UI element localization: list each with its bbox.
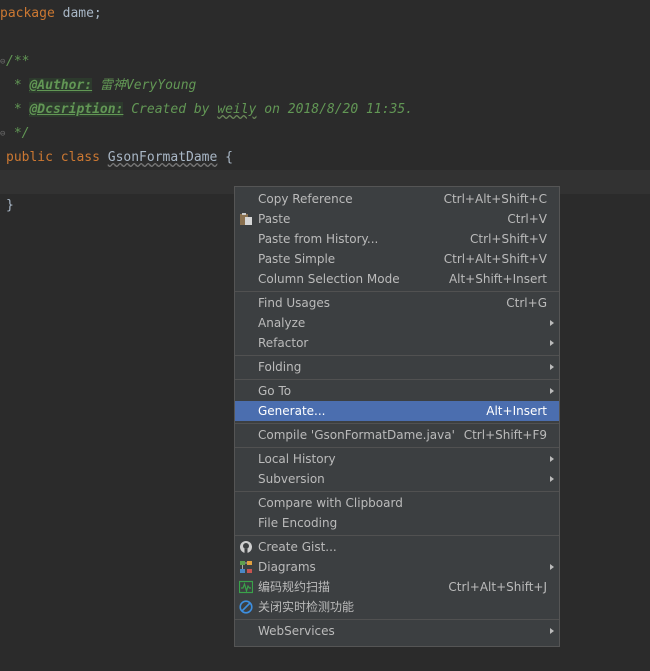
menu-item-label: 编码规约扫描 [258,580,331,594]
submenu-arrow-icon [550,364,554,370]
menu-item-disable-realtime-check[interactable]: 关闭实时检测功能 [235,597,559,617]
menu-item-label: Paste from History... [258,232,379,246]
menu-item-shortcut: Ctrl+G [506,296,547,310]
diagram-icon [240,561,252,573]
keyword: public class [6,150,108,165]
menu-item-label: Subversion [258,472,325,486]
doc-comment-open: /** [6,54,30,69]
menu-item-shortcut: Alt+Insert [486,404,547,418]
submenu-arrow-icon [550,456,554,462]
submenu-arrow-icon [550,564,554,570]
doc-comment-close: */ [6,126,30,141]
keyword: package [0,6,55,21]
menu-separator [235,423,559,424]
menu-item-shortcut: Ctrl+Alt+Shift+J [448,580,547,594]
class-name: GsonFormatDame [107,150,218,165]
menu-item-folding[interactable]: Folding [235,357,559,377]
doc-tag-author: @Author: [29,78,93,93]
github-icon [240,541,252,553]
brace: { [217,150,233,165]
doc-author-name: weily [217,102,257,117]
brace: } [6,198,14,213]
menu-item-shortcut: Ctrl+Shift+F9 [463,428,547,442]
menu-item-label: 关闭实时检测功能 [258,600,355,614]
menu-item-label: Analyze [258,316,306,330]
doc-text: 雷神VeryYoung [92,78,197,93]
menu-separator [235,491,559,492]
menu-separator [235,291,559,292]
menu-item-file-encoding[interactable]: File Encoding [235,513,559,533]
menu-item-paste[interactable]: Paste Ctrl+V [235,209,559,229]
menu-item-subversion[interactable]: Subversion [235,469,559,489]
menu-item-generate[interactable]: Generate... Alt+Insert [235,401,559,421]
menu-item-create-gist[interactable]: Create Gist... [235,537,559,557]
context-menu: Copy Reference Ctrl+Alt+Shift+C Paste Ctrl… [234,186,560,647]
menu-item-shortcut: Ctrl+Alt+Shift+V [443,252,547,266]
menu-item-local-history[interactable]: Local History [235,449,559,469]
code-line: * @Dcsription: Created by weily on 2018/… [6,98,650,122]
menu-item-code-scan[interactable]: 编码规约扫描 Ctrl+Alt+Shift+J [235,577,559,597]
submenu-arrow-icon [550,388,554,394]
package-name: dame; [54,6,102,21]
menu-item-label: Compare with Clipboard [258,496,403,510]
menu-item-shortcut: Ctrl+Alt+Shift+C [443,192,547,206]
doc-text: Created by [123,102,218,117]
submenu-arrow-icon [550,340,554,346]
menu-item-label: Generate... [258,404,326,418]
menu-separator [235,355,559,356]
doc-text: on 2018/8/20 11:35. [256,102,414,117]
menu-item-compile[interactable]: Compile 'GsonFormatDame.java' Ctrl+Shift+… [235,425,559,445]
menu-item-label: Local History [258,452,336,466]
submenu-arrow-icon [550,476,554,482]
menu-item-label: Copy Reference [258,192,353,206]
menu-item-refactor[interactable]: Refactor [235,333,559,353]
menu-item-label: Go To [258,384,292,398]
menu-item-label: Folding [258,360,302,374]
paste-icon [240,213,252,225]
doc-tag-description: @Dcsription: [29,102,124,117]
menu-item-label: Refactor [258,336,309,350]
menu-item-label: Compile 'GsonFormatDame.java' [258,428,455,442]
menu-separator [235,379,559,380]
menu-item-webservices[interactable]: WebServices [235,621,559,641]
code-line: * @Author: 雷神VeryYoung [6,74,650,98]
menu-separator [235,619,559,620]
menu-item-analyze[interactable]: Analyze [235,313,559,333]
menu-item-label: Find Usages [258,296,331,310]
menu-item-label: Diagrams [258,560,316,574]
menu-item-label: Paste Simple [258,252,336,266]
menu-item-paste-simple[interactable]: Paste Simple Ctrl+Alt+Shift+V [235,249,559,269]
menu-item-label: Paste [258,212,291,226]
doc-star: * [6,102,30,117]
menu-item-label: Column Selection Mode [258,272,400,286]
menu-item-paste-from-history[interactable]: Paste from History... Ctrl+Shift+V [235,229,559,249]
menu-separator [235,535,559,536]
submenu-arrow-icon [550,320,554,326]
menu-item-shortcut: Ctrl+Shift+V [470,232,547,246]
doc-star: * [6,78,30,93]
menu-item-label: WebServices [258,624,335,638]
menu-item-go-to[interactable]: Go To [235,381,559,401]
menu-item-diagrams[interactable]: Diagrams [235,557,559,577]
menu-item-compare-with-clipboard[interactable]: Compare with Clipboard [235,493,559,513]
menu-item-shortcut: Alt+Shift+Insert [448,272,547,286]
code-line: public class GsonFormatDame { [6,146,650,170]
menu-item-find-usages[interactable]: Find Usages Ctrl+G [235,293,559,313]
menu-item-label: Create Gist... [258,540,337,554]
scan-icon [239,580,253,594]
menu-item-label: File Encoding [258,516,338,530]
menu-item-shortcut: Ctrl+V [507,212,547,226]
menu-item-column-selection-mode[interactable]: Column Selection Mode Alt+Shift+Insert [235,269,559,289]
menu-separator [235,447,559,448]
menu-item-copy-reference[interactable]: Copy Reference Ctrl+Alt+Shift+C [235,189,559,209]
submenu-arrow-icon [550,628,554,634]
disable-icon [239,600,253,614]
code-line: package dame; [0,2,650,26]
